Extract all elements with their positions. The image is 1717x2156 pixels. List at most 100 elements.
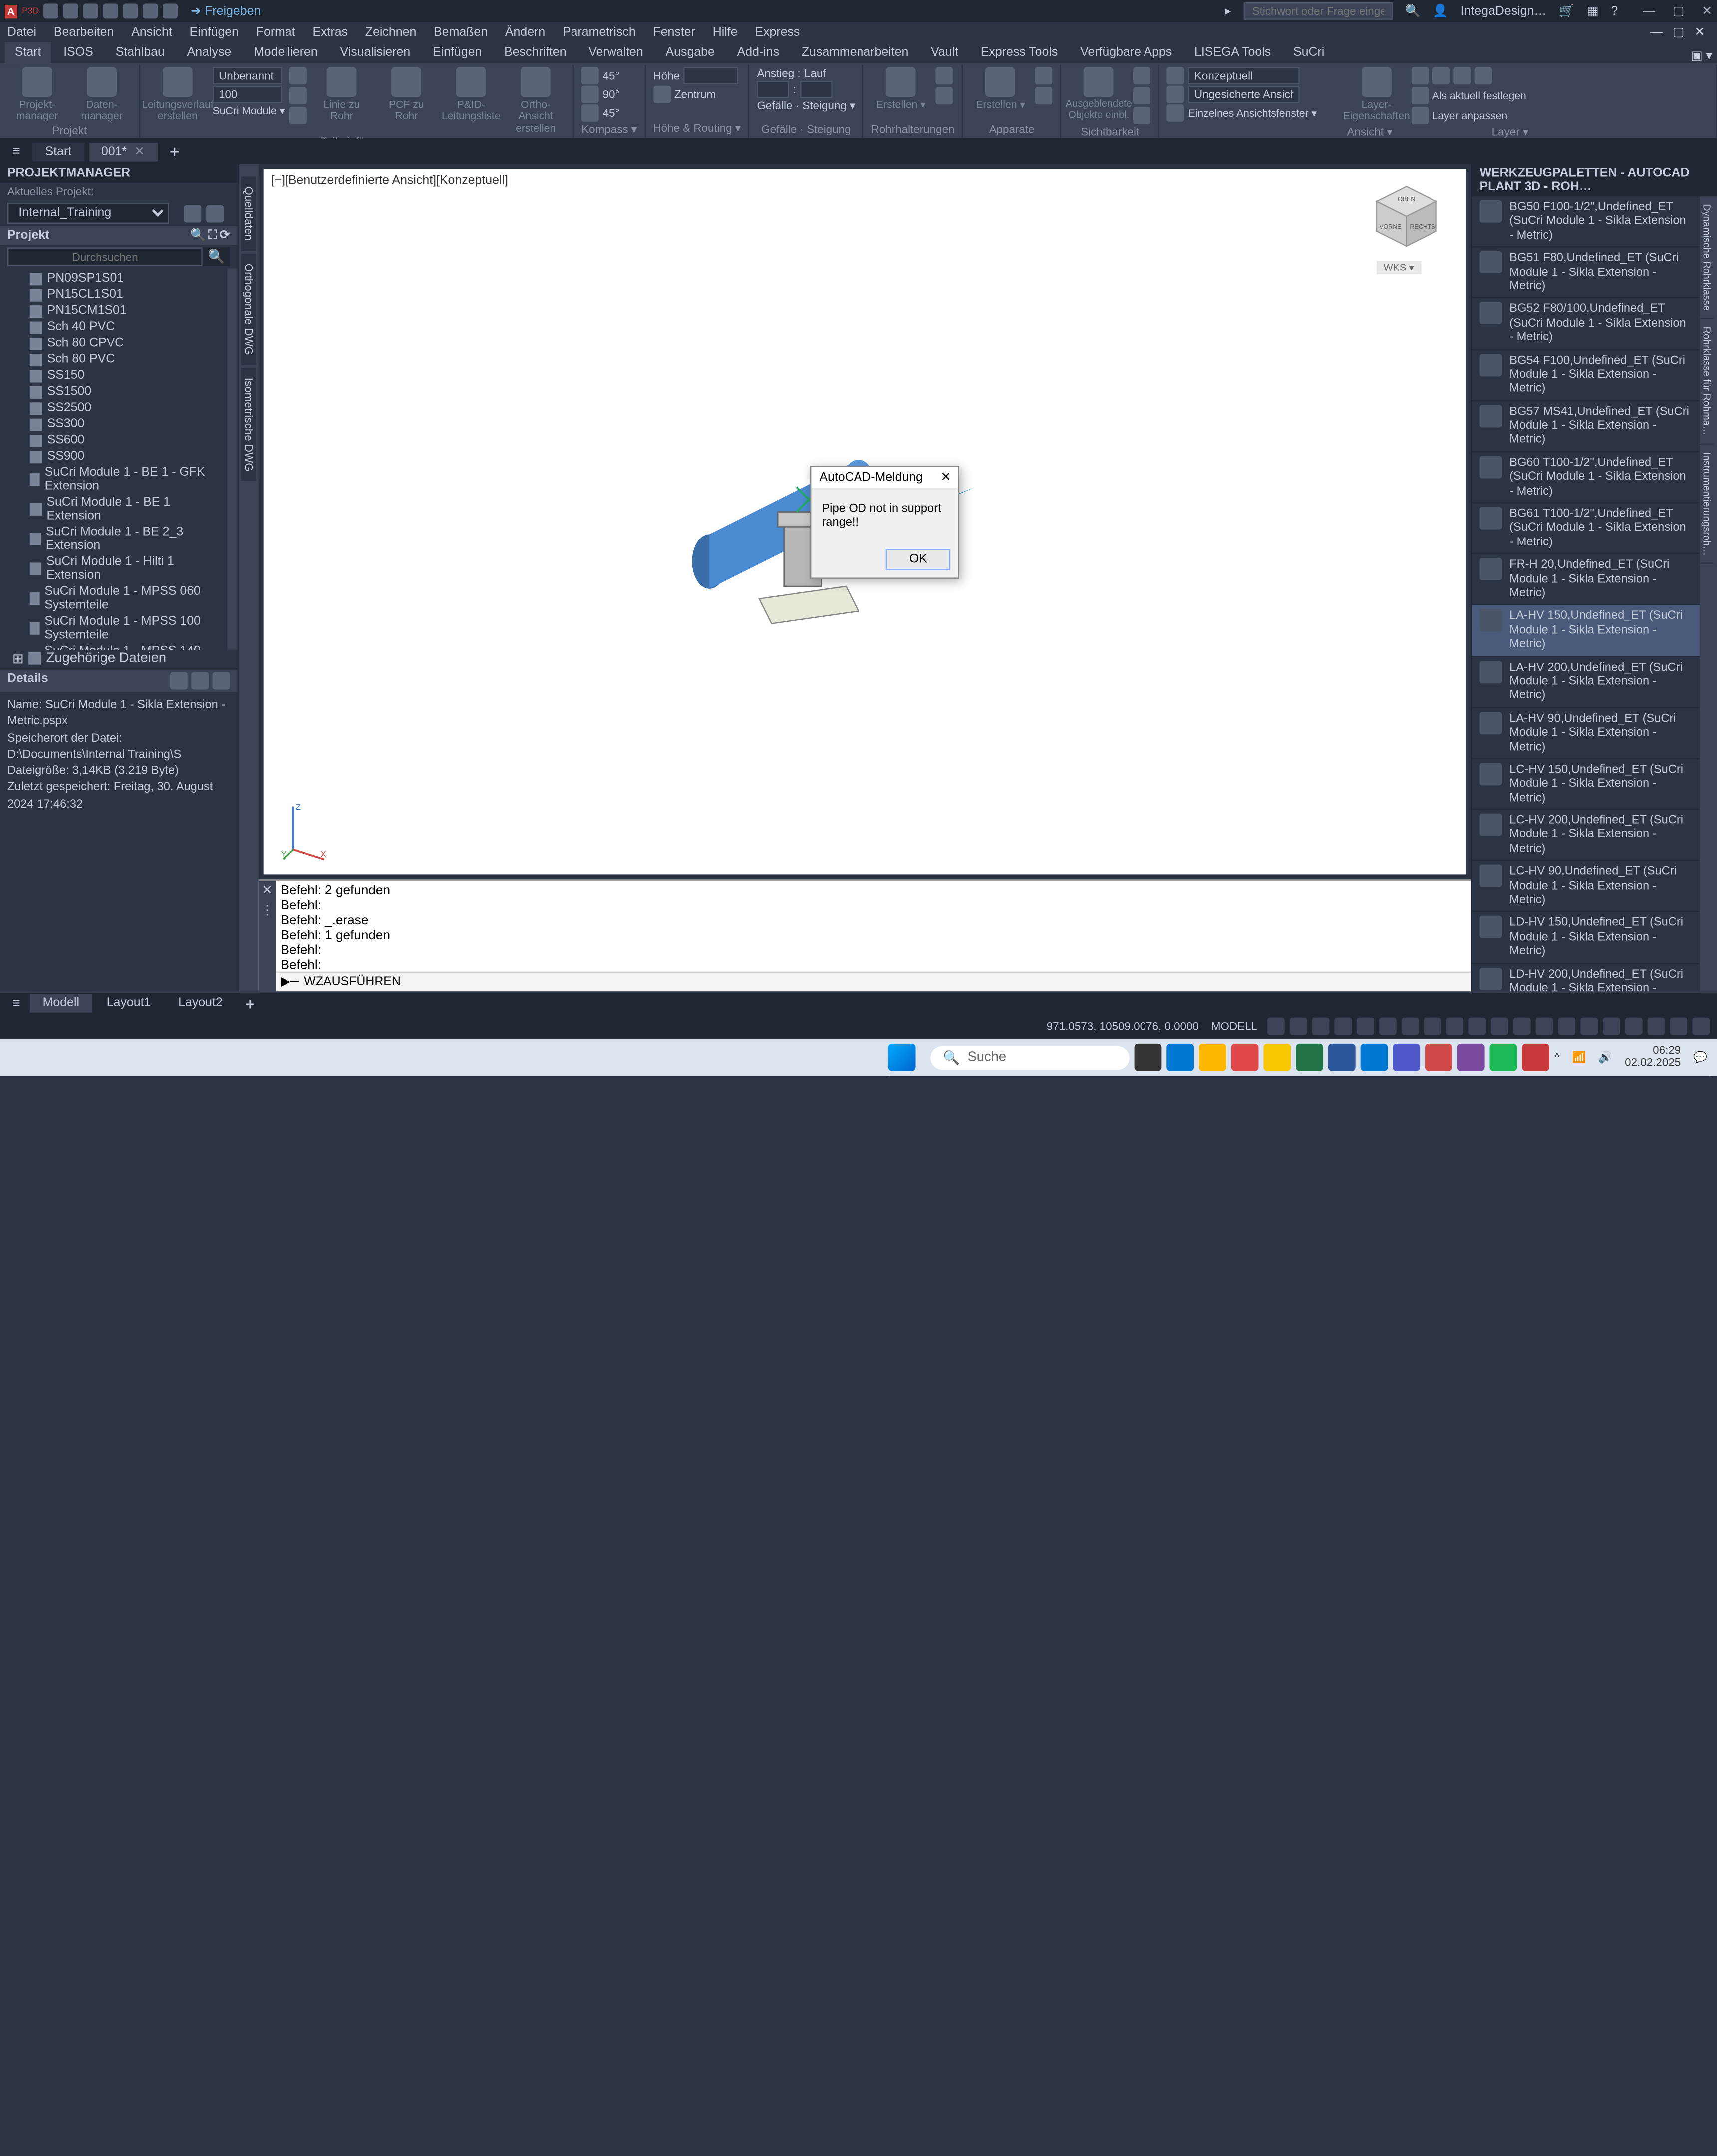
layer-anpassen-icon[interactable] [1411, 107, 1429, 124]
status-sc-icon[interactable] [1513, 1018, 1531, 1035]
layer-tool2-icon[interactable] [1432, 67, 1450, 84]
menu-aendern[interactable]: Ändern [505, 25, 545, 39]
details-tool3-icon[interactable] [213, 672, 230, 689]
palette-item[interactable]: BG61 T100-1/2",Undefined_ET (SuCri Modul… [1472, 503, 1700, 554]
doc-tab-file[interactable]: 001*✕ [89, 142, 157, 161]
user-name[interactable]: IntegaDesign… [1461, 4, 1547, 18]
doc-minimize-icon[interactable]: — [1650, 25, 1663, 39]
gefaelle-dropdown[interactable]: Gefälle · Steigung ▾ [757, 99, 855, 113]
ribbon-group-ansicht-layer[interactable]: Ansicht ▾ Layer ▾ [1167, 124, 1708, 139]
tree-item[interactable]: SuCri Module 1 - MPSS 100 Systemteile [5, 614, 223, 644]
status-lwt-icon[interactable] [1446, 1018, 1463, 1035]
projekt-manager-button[interactable]: Projekt- manager [7, 67, 67, 122]
qat-plot-icon[interactable] [123, 3, 138, 18]
windows-search[interactable]: 🔍 Suche [931, 1046, 1130, 1069]
tb-spotify-icon[interactable] [1490, 1044, 1517, 1071]
tree-item[interactable]: Sch 80 PVC [5, 351, 223, 367]
windows-start-icon[interactable] [888, 1044, 916, 1071]
leitungsverlauf-button[interactable]: Leitungsverlauf erstellen [148, 67, 207, 122]
compass-45-icon[interactable] [581, 67, 599, 84]
tree-item[interactable]: SS1500 [5, 384, 223, 400]
status-tpy-icon[interactable] [1468, 1018, 1486, 1035]
tree-item[interactable]: SuCri Module 1 - BE 1 - GFK Extension [5, 465, 223, 495]
command-history[interactable]: Befehl: 2 gefunden Befehl: Befehl: _.era… [276, 881, 1471, 972]
apps-icon[interactable]: ▦ [1587, 4, 1599, 18]
tb-app2-icon[interactable] [1425, 1044, 1452, 1071]
ausgeblendete-button[interactable]: Ausgeblendete Objekte einbl. [1069, 67, 1129, 121]
project-search-input[interactable] [7, 247, 203, 266]
status-iso-icon[interactable] [1648, 1018, 1665, 1035]
layout-tab-modell[interactable]: Modell [30, 994, 92, 1012]
visibility-tool1-icon[interactable] [1134, 67, 1151, 84]
compass-90-icon[interactable] [581, 86, 599, 103]
menu-format[interactable]: Format [256, 25, 295, 39]
tb-date[interactable]: 02.02.2025 [1625, 1057, 1681, 1070]
ribbon-tab-stahlbau[interactable]: Stahlbau [106, 42, 175, 63]
view-dropdown[interactable] [1188, 86, 1300, 103]
menu-parametrisch[interactable]: Parametrisch [563, 25, 636, 39]
palette-tab-rohma[interactable]: Rohrklasse für Rohma… [1700, 319, 1713, 444]
tb-excel-icon[interactable] [1296, 1044, 1323, 1071]
ribbon-tab-start[interactable]: Start [5, 42, 51, 63]
ribbon-collapse-icon[interactable]: ▣ ▾ [1691, 50, 1712, 63]
tree-item[interactable]: SuCri Module 1 - MPSS 140 Systemteile [5, 643, 223, 649]
menu-ansicht[interactable]: Ansicht [131, 25, 172, 39]
status-ortho-icon[interactable] [1312, 1018, 1330, 1035]
palette-item[interactable]: LD-HV 150,Undefined_ET (SuCri Module 1 -… [1472, 912, 1700, 963]
ribbon-tab-ausgabe[interactable]: Ausgabe [656, 42, 725, 63]
tb-time[interactable]: 06:29 [1625, 1045, 1681, 1058]
model-space-button[interactable]: MODELL [1211, 1020, 1257, 1033]
maximize-button[interactable]: ▢ [1673, 4, 1685, 18]
tree-item[interactable]: Sch 40 PVC [5, 319, 223, 335]
view-icon[interactable] [1167, 86, 1184, 103]
menu-fenster[interactable]: Fenster [653, 25, 695, 39]
palette-item[interactable]: LC-HV 90,Undefined_ET (SuCri Module 1 - … [1472, 861, 1700, 912]
ribbon-tab-verwalten[interactable]: Verwalten [579, 42, 653, 63]
palette-item[interactable]: BG54 F100,Undefined_ET (SuCri Module 1 -… [1472, 350, 1700, 401]
tb-app3-icon[interactable] [1457, 1044, 1485, 1071]
keyword-search-input[interactable] [1243, 2, 1393, 20]
ribbon-tab-vault[interactable]: Vault [921, 42, 968, 63]
layer-tool3-icon[interactable] [1453, 67, 1471, 84]
palette-item[interactable]: LA-HV 90,Undefined_ET (SuCri Module 1 - … [1472, 708, 1700, 759]
menu-bearbeiten[interactable]: Bearbeiten [54, 25, 114, 39]
hamburger-icon[interactable]: ≡ [5, 144, 28, 159]
search-caret-icon[interactable]: ▸ [1225, 4, 1231, 18]
ortho-ansicht-button[interactable]: Ortho-Ansicht erstellen [506, 67, 565, 134]
cart-icon[interactable]: 🛒 [1559, 4, 1574, 18]
status-hardware-icon[interactable] [1670, 1018, 1687, 1035]
palette-item[interactable]: BG52 F80/100,Undefined_ET (SuCri Module … [1472, 298, 1700, 349]
qat-new-icon[interactable] [44, 3, 59, 18]
cmd-close-icon[interactable]: ✕ [262, 883, 273, 898]
lauf-input[interactable] [800, 81, 832, 98]
tb-teams-icon[interactable] [1393, 1044, 1420, 1071]
dialog-close-icon[interactable]: ✕ [940, 470, 951, 484]
sucri-module-dropdown[interactable]: SuCri Module ▾ [213, 104, 285, 118]
layer-tool1-icon[interactable] [1411, 67, 1429, 84]
details-tool2-icon[interactable] [191, 672, 209, 689]
project-tree[interactable]: PN09SP1S01PN15CL1S01PN15CM1S01Sch 40 PVC… [0, 269, 228, 650]
command-input[interactable]: WZAUSFÜHREN [304, 975, 401, 989]
qat-open-icon[interactable] [64, 3, 79, 18]
hoehe-input[interactable] [683, 67, 738, 84]
pm-tool1-icon[interactable] [184, 204, 201, 222]
anstieg-input[interactable] [757, 81, 789, 98]
coordinates[interactable]: 971.0573, 10509.0076, 0.0000 [1047, 1020, 1199, 1033]
tb-outlook-icon[interactable] [1361, 1044, 1388, 1071]
viewcube[interactable]: OBEN VORNE RECHTS [1372, 181, 1441, 251]
pid-leitungsliste-button[interactable]: P&ID- Leitungsliste [441, 67, 501, 122]
minimize-button[interactable]: — [1643, 4, 1655, 18]
pcf-zu-rohr-button[interactable]: PCF zu Rohr [377, 67, 436, 122]
ribbon-tab-einfügen[interactable]: Einfügen [423, 42, 492, 63]
user-icon[interactable]: 👤 [1433, 4, 1448, 18]
add-tab-button[interactable]: + [162, 142, 187, 162]
tb-explorer-icon[interactable] [1199, 1044, 1226, 1071]
palette-item[interactable]: BG57 MS41,Undefined_ET (SuCri Module 1 -… [1472, 401, 1700, 452]
qat-saveas-icon[interactable] [104, 3, 119, 18]
ribbon-group-kompass[interactable]: Kompass ▾ [581, 122, 637, 137]
menu-einfuegen[interactable]: Einfügen [190, 25, 239, 39]
layout-tab-layout1[interactable]: Layout1 [94, 994, 163, 1012]
visibility-tool3-icon[interactable] [1134, 107, 1151, 124]
compass-45b-icon[interactable] [581, 104, 599, 122]
status-snap-icon[interactable] [1290, 1018, 1307, 1035]
